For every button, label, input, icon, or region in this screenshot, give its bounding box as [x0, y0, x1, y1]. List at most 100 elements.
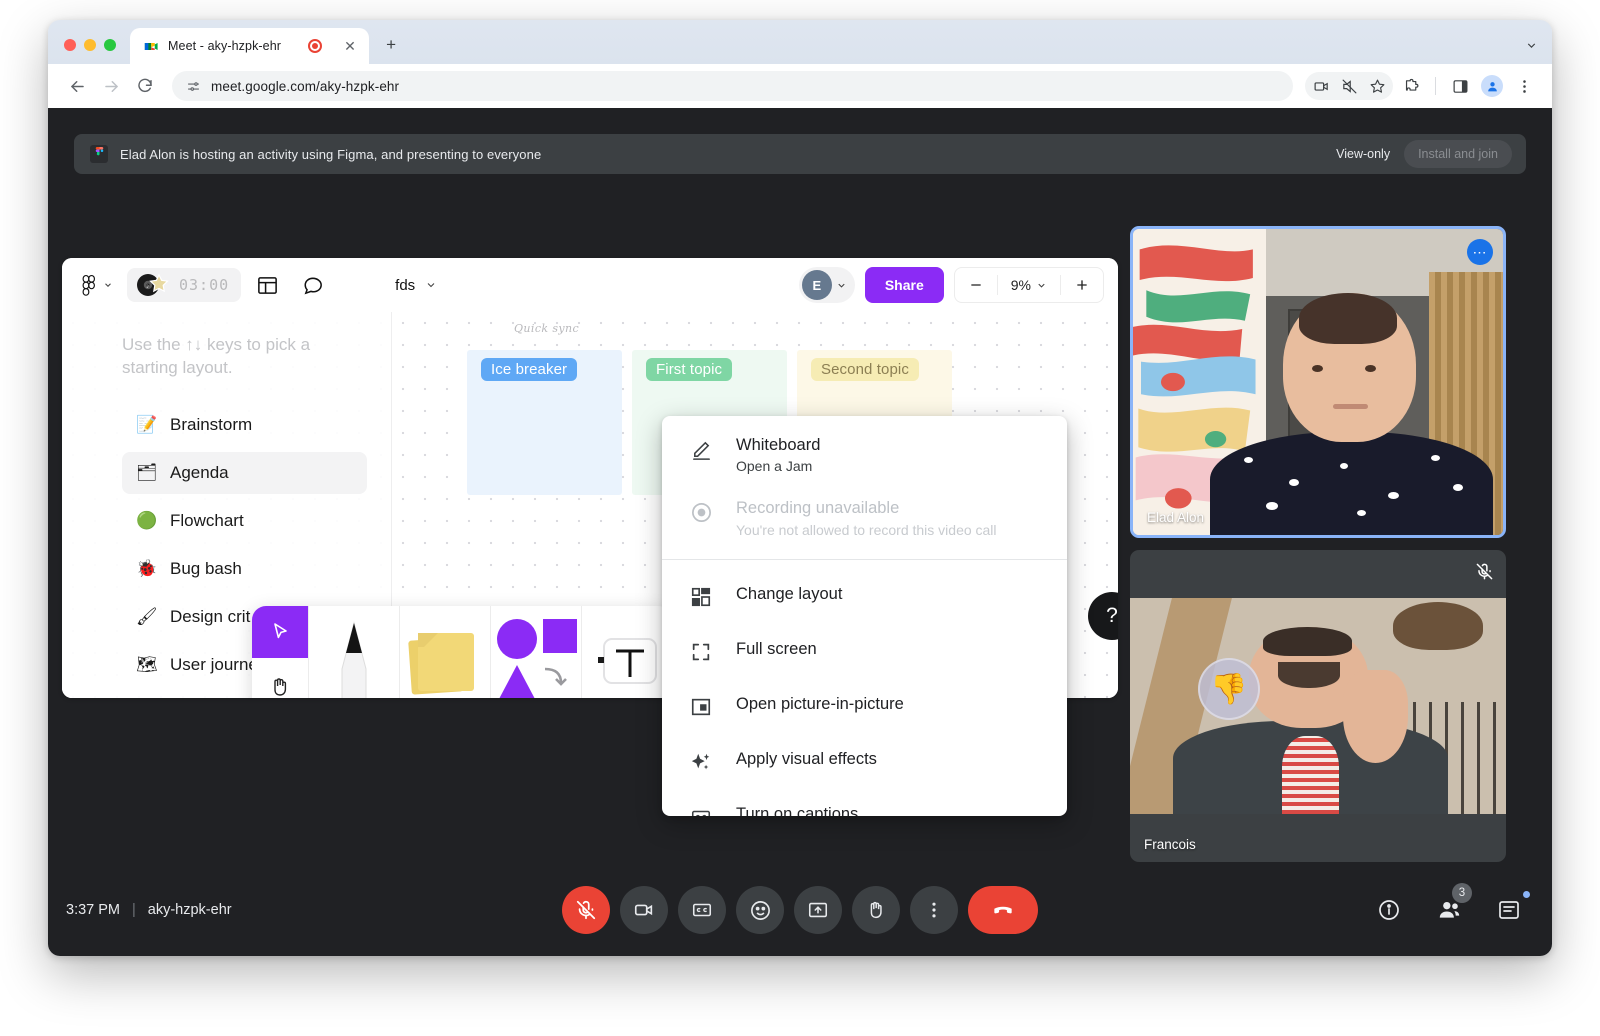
- mute-site-icon[interactable]: [1335, 72, 1363, 100]
- captions-button[interactable]: [678, 886, 726, 934]
- comment-bubble-icon[interactable]: [293, 265, 333, 305]
- install-and-join-button[interactable]: Install and join: [1404, 140, 1512, 168]
- people-button[interactable]: 3: [1428, 883, 1472, 931]
- chevron-down-icon: [836, 280, 847, 291]
- chevron-down-icon[interactable]: [1525, 39, 1552, 64]
- maximize-window-button[interactable]: [104, 39, 116, 51]
- sidebar-item-label: Bug bash: [170, 558, 242, 578]
- video-tile-self[interactable]: ⋯ Elad Alon: [1130, 226, 1506, 538]
- menu-item-visual-effects[interactable]: Apply visual effects: [662, 733, 1067, 788]
- close-window-button[interactable]: [64, 39, 76, 51]
- forward-arrow-icon[interactable]: [96, 71, 126, 101]
- more-options-button[interactable]: [910, 886, 958, 934]
- camera-button[interactable]: [620, 886, 668, 934]
- figma-zoom-controls: 9%: [953, 267, 1104, 303]
- participant-name: Francois: [1144, 837, 1196, 852]
- meet-bottom-bar: 3:37 PM | aky-hzpk-ehr 3: [48, 864, 1552, 956]
- people-count-badge: 3: [1452, 883, 1472, 903]
- window-traffic-lights: [48, 39, 130, 64]
- pen-tool-icon[interactable]: [309, 606, 399, 698]
- sticky-column[interactable]: Ice breaker: [467, 350, 622, 495]
- layout-panel-icon[interactable]: [247, 265, 287, 305]
- figma-file-name: fds: [395, 276, 416, 294]
- menu-item-recording-unavailable: Recording unavailable You're not allowed…: [662, 487, 1067, 550]
- present-button[interactable]: [794, 886, 842, 934]
- close-icon[interactable]: ✕: [341, 37, 359, 55]
- figma-selection-tools: [252, 606, 308, 698]
- zoom-level-button[interactable]: 9%: [998, 277, 1060, 293]
- microphone-off-button[interactable]: [562, 886, 610, 934]
- menu-item-turn-on-captions[interactable]: Turn on captions: [662, 788, 1067, 816]
- chat-unread-dot: [1523, 891, 1530, 898]
- canvas-note-label: Quick sync: [514, 322, 580, 335]
- cursor-tool-icon[interactable]: [252, 606, 308, 658]
- text-tool-icon[interactable]: [582, 606, 672, 698]
- shapes-tool-icon[interactable]: [491, 606, 581, 698]
- figma-collaborators[interactable]: E: [798, 267, 855, 303]
- sticky-note-icon: 📝: [136, 414, 158, 434]
- meeting-info: 3:37 PM | aky-hzpk-ehr: [66, 902, 232, 918]
- zoom-level-value: 9%: [1010, 277, 1031, 293]
- figma-help-button[interactable]: ?: [1088, 592, 1118, 640]
- reload-icon[interactable]: [130, 71, 160, 101]
- meet-more-options-menu: Whiteboard Open a Jam Recording unavaila…: [662, 416, 1067, 816]
- current-time: 3:37 PM: [66, 902, 120, 918]
- menu-item-title: Recording unavailable: [736, 499, 900, 518]
- meet-call-controls: [562, 886, 1038, 934]
- sidebar-item-bug-bash[interactable]: 🐞 Bug bash: [122, 548, 367, 590]
- sticky-note-tool-icon[interactable]: [400, 606, 490, 698]
- participant-name: Elad Alon: [1147, 510, 1205, 525]
- sidebar-item-agenda[interactable]: 🗂 Agenda: [122, 451, 367, 494]
- browser-tab[interactable]: Meet - aky-hzpk-ehr ✕: [130, 28, 370, 64]
- address-bar[interactable]: meet.google.com/aky-hzpk-ehr: [172, 71, 1293, 101]
- figma-file-name-button[interactable]: fds: [395, 277, 437, 294]
- sidebar-item-label: Agenda: [170, 462, 229, 482]
- reaction-badge: 👎: [1198, 658, 1260, 720]
- kebab-menu-icon[interactable]: [1510, 72, 1538, 100]
- recording-indicator-icon[interactable]: [308, 39, 323, 53]
- menu-item-change-layout[interactable]: Change layout: [662, 568, 1067, 623]
- zoom-out-button[interactable]: [955, 277, 997, 293]
- menu-item-full-screen[interactable]: Full screen: [662, 623, 1067, 678]
- raise-hand-button[interactable]: [852, 886, 900, 934]
- sidebar-hint: Use the ↑↓ keys to pick a starting layou…: [122, 335, 311, 377]
- tune-icon[interactable]: [186, 79, 201, 94]
- picture-in-picture-icon: [688, 693, 714, 718]
- chat-button[interactable]: [1488, 889, 1530, 931]
- sidebar-item-flowchart[interactable]: 🟢 Flowchart: [122, 500, 367, 542]
- menu-item-title: Apply visual effects: [736, 750, 877, 769]
- menu-item-subtitle: Open a Jam: [736, 458, 813, 475]
- browser-window: Meet - aky-hzpk-ehr ✕ + meet.google.com/…: [48, 20, 1552, 956]
- more-options-icon[interactable]: ⋯: [1467, 239, 1493, 265]
- meeting-details-button[interactable]: [1368, 889, 1410, 931]
- screenshot-root: Meet - aky-hzpk-ehr ✕ + meet.google.com/…: [0, 0, 1600, 1036]
- menu-item-title: Change layout: [736, 585, 843, 604]
- minimize-window-button[interactable]: [84, 39, 96, 51]
- reactions-button[interactable]: [736, 886, 784, 934]
- profile-avatar-icon[interactable]: [1478, 72, 1506, 100]
- figma-logo-button[interactable]: [76, 274, 121, 296]
- hand-tool-icon[interactable]: [252, 658, 308, 698]
- google-meet-icon: [142, 38, 159, 55]
- figma-share-button[interactable]: Share: [864, 267, 944, 303]
- screen-share-icon[interactable]: [1307, 72, 1335, 100]
- leave-call-button[interactable]: [968, 886, 1038, 934]
- extensions-puzzle-icon[interactable]: [1397, 72, 1425, 100]
- menu-item-picture-in-picture[interactable]: Open picture-in-picture: [662, 678, 1067, 733]
- menu-item-subtitle: You're not allowed to record this video …: [736, 521, 997, 538]
- side-panel-icon[interactable]: [1446, 72, 1474, 100]
- sidebar-item-brainstorm[interactable]: 📝 Brainstorm: [122, 404, 367, 446]
- new-tab-button[interactable]: +: [377, 31, 405, 59]
- figma-logo-icon: [82, 274, 96, 296]
- agenda-icon: 🗂: [136, 462, 158, 482]
- figma-timer-widget[interactable]: ♪ 03:00: [127, 268, 242, 302]
- browser-toolbar: meet.google.com/aky-hzpk-ehr: [48, 64, 1552, 108]
- bug-icon: 🐞: [136, 558, 158, 578]
- zoom-in-button[interactable]: [1061, 277, 1103, 293]
- meeting-code: aky-hzpk-ehr: [147, 902, 232, 918]
- video-tile-participant[interactable]: 👎 Francois: [1130, 550, 1506, 862]
- back-arrow-icon[interactable]: [62, 71, 92, 101]
- menu-item-whiteboard[interactable]: Whiteboard Open a Jam: [662, 424, 1067, 487]
- bookmark-star-icon[interactable]: [1363, 72, 1391, 100]
- toolbar-divider: [1435, 77, 1436, 95]
